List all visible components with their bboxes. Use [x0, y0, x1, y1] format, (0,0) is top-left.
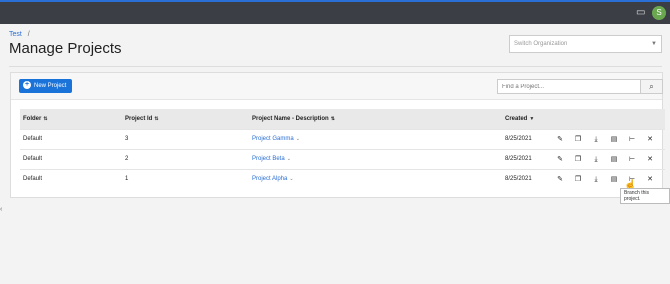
sort-icon: ⇅: [330, 115, 335, 122]
row-actions: ✎ ❐ ⤓ ▤ ⊢ ✕: [548, 128, 665, 149]
avatar[interactable]: S: [652, 6, 666, 20]
cell-project-name: Project Beta ⌄: [249, 148, 502, 169]
chevron-down-icon: ⌄: [289, 176, 294, 183]
search-input[interactable]: [498, 80, 638, 93]
project-link[interactable]: Project Beta ⌄: [252, 156, 291, 162]
close-icon[interactable]: ✕: [641, 175, 659, 183]
cell-folder: Default: [20, 148, 122, 169]
copy-icon[interactable]: ❐: [569, 135, 587, 143]
branch-icon[interactable]: ⊢: [623, 135, 641, 143]
cell-project-id: 1: [122, 168, 249, 189]
projects-panel: +New Project ⌕ Folder⇅ Project Id⇅ Proje…: [10, 72, 665, 198]
divider: [9, 66, 662, 67]
cell-folder: Default: [20, 168, 122, 189]
cell-created: 8/25/2021: [502, 148, 548, 169]
table-row: Default 2 Project Beta ⌄ 8/25/2021 ✎ ❐ ⤓ ▤ ⊢ ✕: [20, 148, 665, 169]
folder-icon[interactable]: ▭: [636, 7, 646, 19]
download-icon[interactable]: ⤓: [587, 176, 605, 184]
breadcrumb: Test /: [9, 31, 30, 38]
download-icon[interactable]: ⤓: [587, 156, 605, 164]
projects-table: Folder ⇅ Project Id ⇅ Project Name - Descr…: [20, 109, 665, 189]
breadcrumb-separator: /: [27, 31, 30, 38]
header-project-id[interactable]: Project Id ⇅: [122, 109, 249, 129]
copy-icon[interactable]: ❐: [569, 155, 587, 163]
close-icon[interactable]: ✕: [641, 155, 659, 163]
cell-project-id: 2: [122, 148, 249, 169]
sort-icon: ⇅: [43, 115, 48, 122]
new-project-label: New Project: [34, 83, 67, 89]
cell-created: 8/25/2021: [502, 128, 548, 149]
edit-icon[interactable]: ✎: [551, 175, 569, 183]
cell-created: 8/25/2021: [502, 168, 548, 189]
tooltip: Branch this project.: [620, 188, 670, 204]
plus-icon: +: [23, 81, 31, 90]
cell-project-name: Project Alpha ⌄: [249, 168, 502, 189]
header-folder[interactable]: Folder ⇅: [20, 109, 122, 129]
close-icon[interactable]: ✕: [641, 135, 659, 143]
page-title: Manage Projects: [9, 40, 122, 57]
top-bar: ▭ S: [0, 0, 670, 24]
chevron-down-icon: ▼: [651, 41, 657, 47]
chevron-down-icon: ⌄: [286, 156, 291, 162]
search-icon[interactable]: ⌕: [640, 80, 662, 93]
table-row: Default 1 Project Alpha ⌄ 8/25/2021 ✎ ❐ ⤓ ▤ ⊢…: [20, 168, 665, 189]
download-icon[interactable]: ⤓: [587, 136, 605, 144]
header-project-name[interactable]: Project Name - Description ⇅: [249, 109, 502, 129]
sort-desc-icon: ▼: [529, 115, 535, 122]
sort-icon: ⇅: [154, 115, 159, 122]
project-link[interactable]: Project Alpha ⌄: [252, 176, 294, 182]
breadcrumb-root[interactable]: Test: [9, 31, 22, 38]
edit-icon[interactable]: ✎: [551, 155, 569, 163]
project-search: ⌕: [497, 79, 663, 94]
project-link[interactable]: Project Gamma ⌄: [252, 136, 300, 142]
row-actions: ✎ ❐ ⤓ ▤ ⊢ ✕: [548, 148, 665, 169]
chevron-down-icon: ⌄: [295, 136, 300, 142]
header-created[interactable]: Created ▼: [502, 109, 548, 129]
document-icon[interactable]: ▤: [605, 135, 623, 143]
row-actions: ✎ ❐ ⤓ ▤ ⊢ ✕: [548, 168, 665, 189]
copy-icon[interactable]: ❐: [569, 175, 587, 183]
document-icon[interactable]: ▤: [605, 155, 623, 163]
panel-header: +New Project ⌕: [11, 73, 663, 100]
edit-icon[interactable]: ✎: [551, 135, 569, 143]
collapse-handle-icon[interactable]: ‹: [0, 206, 2, 213]
new-project-button[interactable]: + New Project: [19, 79, 72, 93]
header-actions: [548, 109, 665, 129]
organization-placeholder: Switch Organization: [514, 41, 568, 47]
document-icon[interactable]: ▤: [605, 175, 623, 183]
cell-project-name: Project Gamma ⌄: [249, 128, 502, 149]
cell-project-id: 3: [122, 128, 249, 149]
cell-folder: Default: [20, 128, 122, 149]
organization-select[interactable]: Switch Organization ▼: [509, 35, 662, 53]
table-row: Default 3 Project Gamma ⌄ 8/25/2021 ✎ ❐ ⤓ ▤ ⊢…: [20, 128, 665, 149]
branch-icon[interactable]: ⊢: [623, 155, 641, 163]
